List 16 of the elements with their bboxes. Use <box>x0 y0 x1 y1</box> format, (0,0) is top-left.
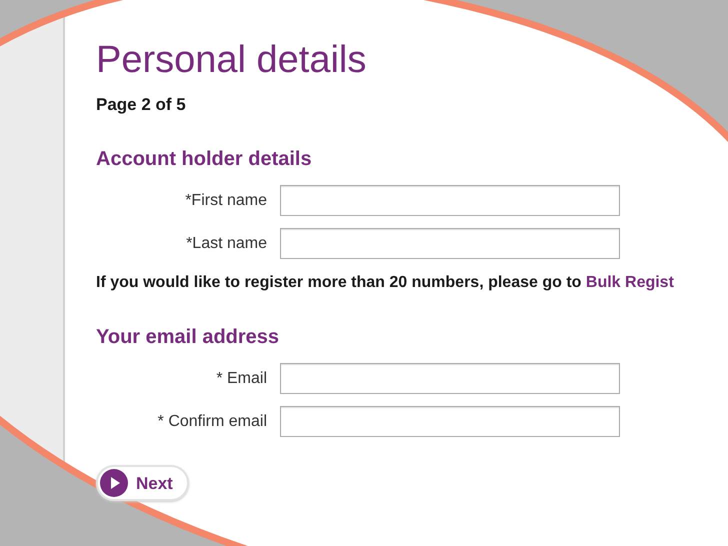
field-label: *Last name <box>185 234 267 254</box>
section-heading: Your email address <box>96 325 280 350</box>
input-field[interactable] <box>280 185 620 216</box>
input-field[interactable] <box>280 363 620 394</box>
input-field[interactable] <box>280 406 620 438</box>
field-label: * Confirm email <box>156 412 267 432</box>
link[interactable]: Bulk Regist <box>586 274 674 292</box>
field-label: * Email <box>215 368 267 389</box>
input-field[interactable] <box>280 228 620 260</box>
field-label: *First name <box>184 190 267 211</box>
note-text: If you would like to register more than 20 numbers, please go to <box>96 274 582 292</box>
section-heading: Account holder details <box>96 147 313 172</box>
page-title: Personal details <box>96 40 368 82</box>
page-indicator: Page 2 of 5 <box>96 94 187 116</box>
next-button[interactable]: Next <box>96 465 189 502</box>
play-icon <box>100 469 128 498</box>
